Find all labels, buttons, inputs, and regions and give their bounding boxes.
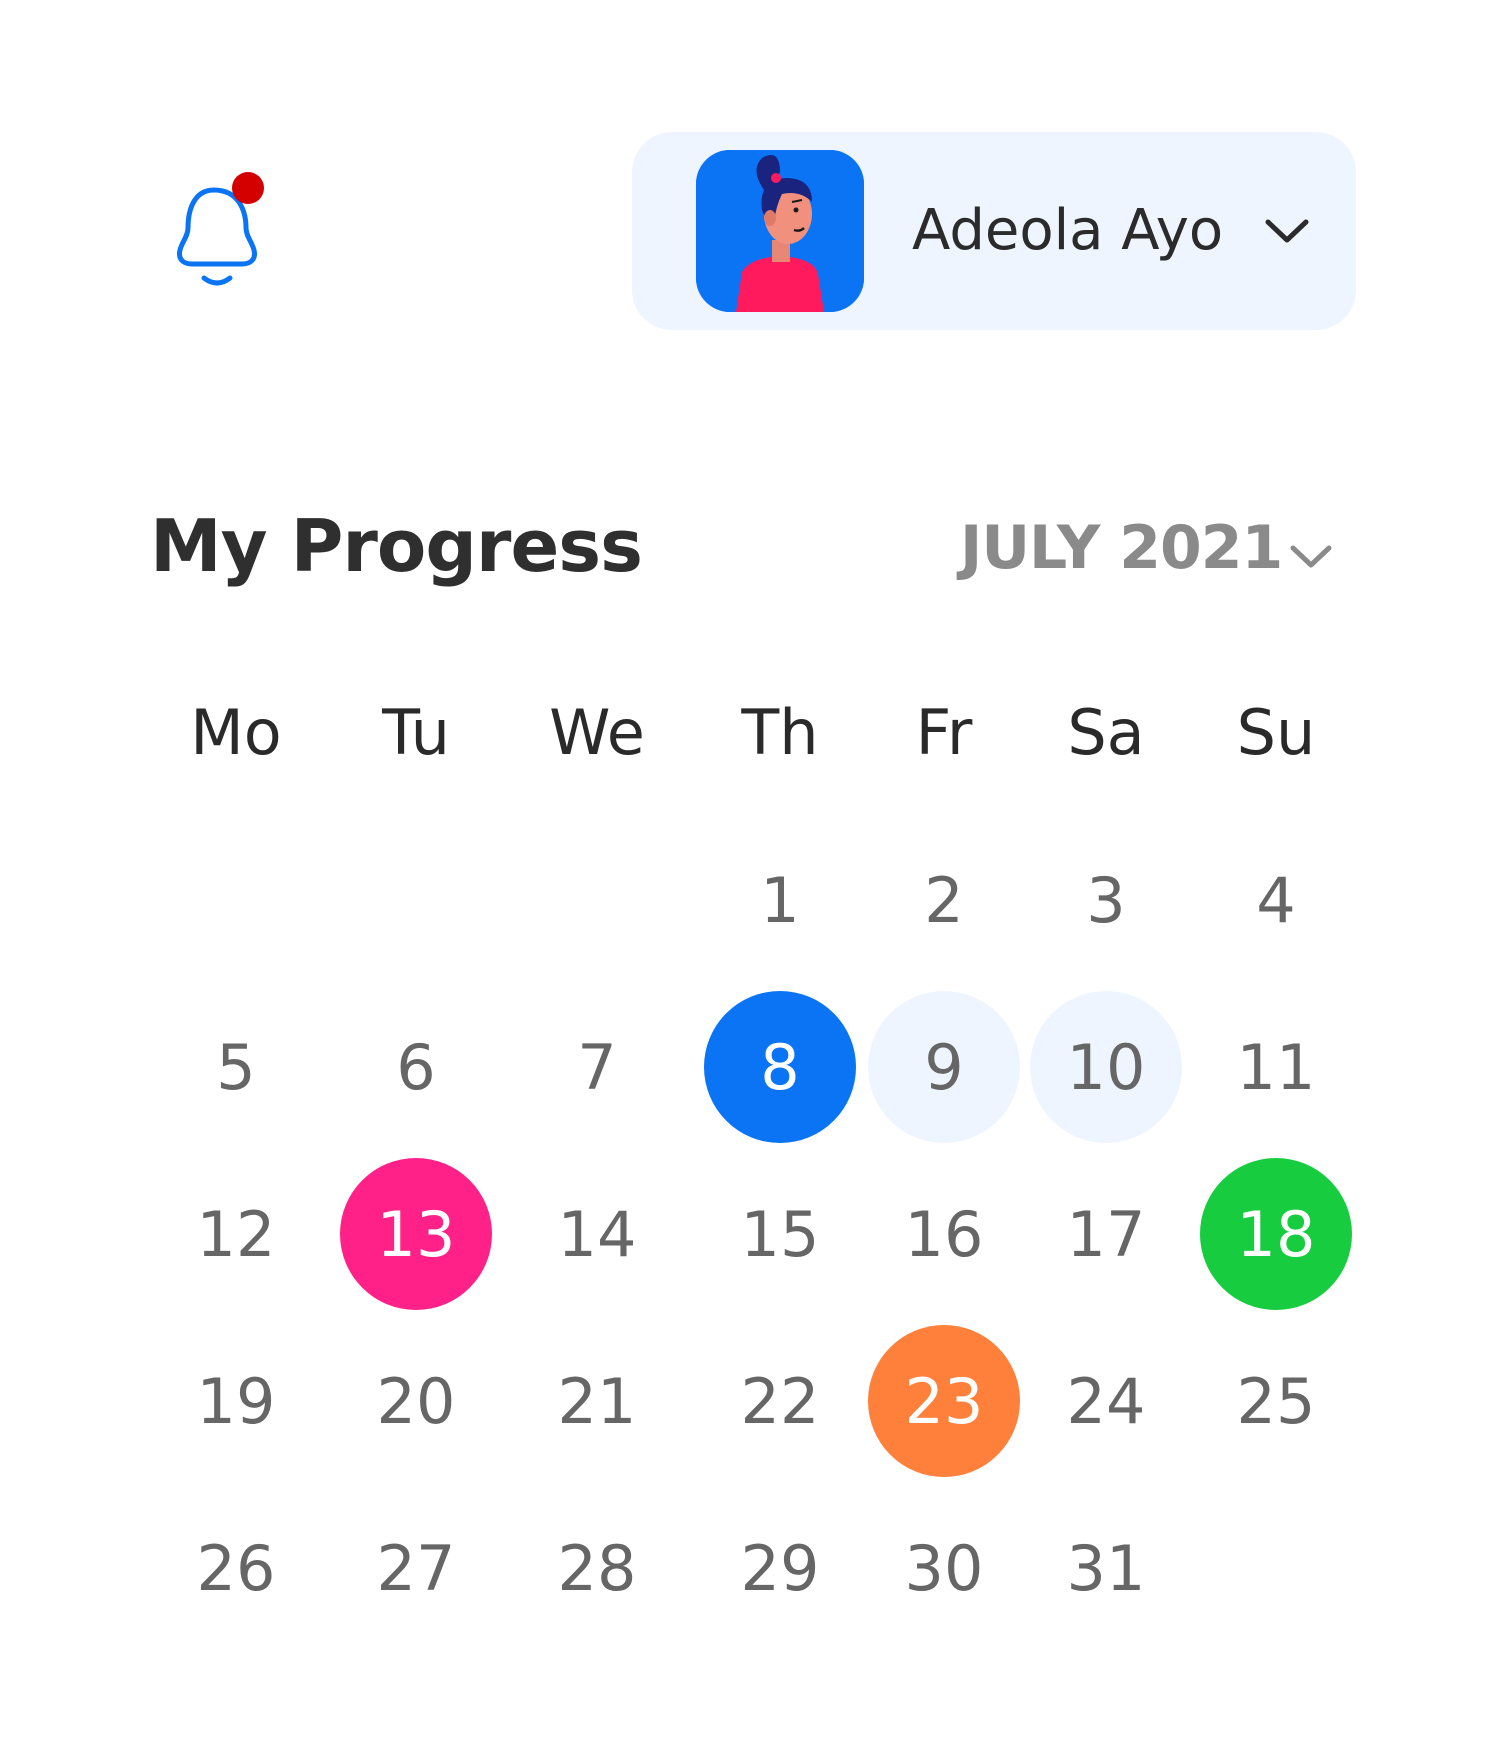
weekday-fr: Fr bbox=[915, 696, 973, 769]
month-label: JULY 2021 bbox=[960, 513, 1283, 583]
chevron-down-icon[interactable] bbox=[1262, 214, 1312, 250]
weekday-mo: Mo bbox=[190, 696, 282, 769]
calendar-day-25[interactable]: 25 bbox=[1200, 1325, 1352, 1477]
weekday-th: Th bbox=[741, 696, 819, 769]
weekday-we: We bbox=[549, 696, 645, 769]
calendar-day-11[interactable]: 11 bbox=[1200, 991, 1352, 1143]
calendar-day-7[interactable]: 7 bbox=[521, 991, 673, 1143]
calendar-day-12[interactable]: 12 bbox=[160, 1158, 312, 1310]
calendar-day-16[interactable]: 16 bbox=[868, 1158, 1020, 1310]
calendar-day-13[interactable]: 13 bbox=[340, 1158, 492, 1310]
calendar-day-27[interactable]: 27 bbox=[340, 1492, 492, 1644]
calendar-day-24[interactable]: 24 bbox=[1030, 1325, 1182, 1477]
calendar-day-5[interactable]: 5 bbox=[160, 991, 312, 1143]
calendar-day-9[interactable]: 9 bbox=[868, 991, 1020, 1143]
calendar-day-28[interactable]: 28 bbox=[521, 1492, 673, 1644]
calendar-day-1[interactable]: 1 bbox=[704, 824, 856, 976]
calendar-day-2[interactable]: 2 bbox=[868, 824, 1020, 976]
month-selector[interactable]: JULY 2021 bbox=[960, 506, 1334, 590]
chevron-down-icon bbox=[1288, 541, 1334, 573]
weekday-su: Su bbox=[1236, 696, 1316, 769]
avatar bbox=[696, 150, 864, 312]
calendar-day-23[interactable]: 23 bbox=[868, 1325, 1020, 1477]
calendar-day-20[interactable]: 20 bbox=[340, 1325, 492, 1477]
calendar-day-8[interactable]: 8 bbox=[704, 991, 856, 1143]
calendar-day-10[interactable]: 10 bbox=[1030, 991, 1182, 1143]
calendar-day-14[interactable]: 14 bbox=[521, 1158, 673, 1310]
calendar-day-18[interactable]: 18 bbox=[1200, 1158, 1352, 1310]
notification-button[interactable] bbox=[168, 170, 272, 296]
calendar-day-29[interactable]: 29 bbox=[704, 1492, 856, 1644]
calendar-day-6[interactable]: 6 bbox=[340, 991, 492, 1143]
page-title: My Progress bbox=[150, 504, 643, 588]
weekday-sa: Sa bbox=[1067, 696, 1145, 769]
calendar-day-30[interactable]: 30 bbox=[868, 1492, 1020, 1644]
user-name: Adeola Ayo bbox=[912, 198, 1224, 263]
calendar-day-17[interactable]: 17 bbox=[1030, 1158, 1182, 1310]
bell-icon bbox=[177, 172, 264, 286]
calendar-day-31[interactable]: 31 bbox=[1030, 1492, 1182, 1644]
calendar-day-21[interactable]: 21 bbox=[521, 1325, 673, 1477]
notification-badge bbox=[232, 172, 264, 204]
calendar-day-22[interactable]: 22 bbox=[704, 1325, 856, 1477]
calendar-day-3[interactable]: 3 bbox=[1030, 824, 1182, 976]
calendar-day-15[interactable]: 15 bbox=[704, 1158, 856, 1310]
user-avatar-icon bbox=[696, 150, 864, 312]
calendar-day-19[interactable]: 19 bbox=[160, 1325, 312, 1477]
calendar-day-4[interactable]: 4 bbox=[1200, 824, 1352, 976]
calendar-day-26[interactable]: 26 bbox=[160, 1492, 312, 1644]
weekday-tu: Tu bbox=[382, 696, 450, 769]
user-menu[interactable]: Adeola Ayo bbox=[632, 132, 1356, 330]
